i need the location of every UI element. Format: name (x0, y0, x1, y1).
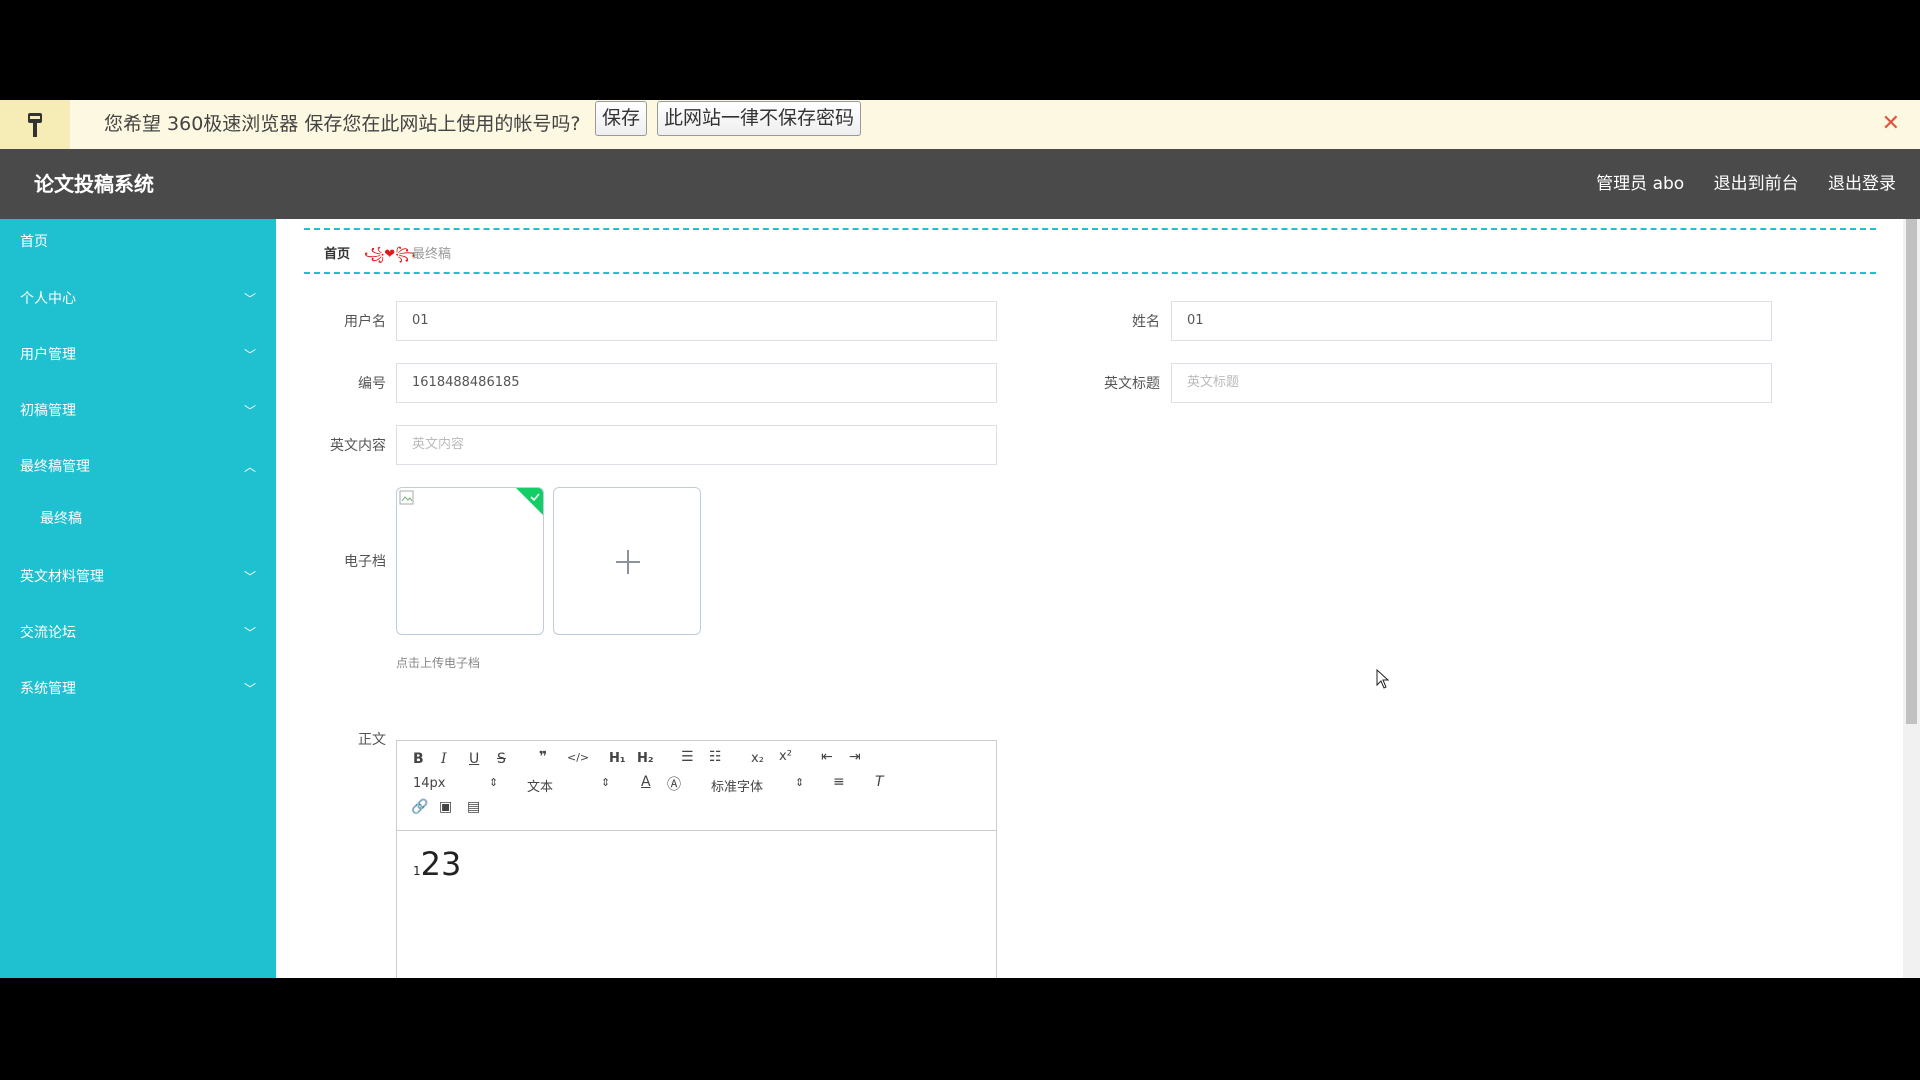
chevron-updown-icon: ⇕ (489, 776, 499, 789)
blockquote-icon[interactable]: ❞ (539, 749, 547, 765)
sidebar-item-label: 交流论坛 (20, 625, 76, 641)
breadcrumb-current: 最终稿 (412, 247, 452, 262)
outdent-icon[interactable]: ⇤ (821, 749, 833, 765)
rich-text-editor: B I U S ❞ </> H₁ H₂ ☰ ☷ x₂ x² ⇤ ⇥ 14px ⇕… (396, 740, 997, 978)
background-color-icon[interactable]: Ⓐ (667, 774, 681, 794)
bullet-list-icon[interactable]: ☷ (709, 749, 722, 765)
strike-icon[interactable]: S (497, 751, 506, 767)
key-icon (0, 100, 70, 149)
broken-image-icon (399, 490, 414, 505)
mouse-pointer-icon (1376, 668, 1390, 693)
name-input[interactable]: 01 (1171, 301, 1772, 341)
header1-icon[interactable]: H₁ (609, 751, 626, 766)
sidebar-item-label: 个人中心 (20, 291, 76, 307)
vertical-scrollbar[interactable] (1903, 219, 1920, 978)
block-type-select[interactable]: 文本 (527, 776, 553, 795)
scrollbar-thumb[interactable] (1906, 219, 1917, 724)
sidebar-item-english-material[interactable]: 英文材料管理 ﹀ (0, 557, 276, 597)
sidebar-item-personal-center[interactable]: 个人中心 ﹀ (0, 279, 276, 319)
body-label: 正文 (358, 732, 386, 748)
font-color-icon[interactable]: A (641, 774, 651, 790)
sidebar-item-draft-management[interactable]: 初稿管理 ﹀ (0, 391, 276, 431)
underline-icon[interactable]: U (469, 751, 479, 767)
sidebar-item-label: 首页 (20, 234, 48, 250)
editor-text-large: 23 (420, 845, 462, 883)
plus-icon (616, 550, 640, 574)
password-save-message: 您希望 360极速浏览器 保存您在此网站上使用的帐号吗? (104, 113, 581, 135)
code-block-icon[interactable]: </> (567, 751, 589, 764)
sidebar-item-forum[interactable]: 交流论坛 ﹀ (0, 613, 276, 653)
app-title: 论文投稿系统 (34, 172, 154, 196)
editor-text-small: 1 (413, 864, 421, 878)
efile-label: 电子档 (344, 554, 386, 570)
chevron-down-icon: ﹀ (243, 404, 256, 418)
uploaded-file-thumbnail[interactable] (396, 487, 544, 635)
breadcrumb: 首页 ꧁❤꧂ 最终稿 (304, 228, 1876, 274)
chevron-down-icon: ﹀ (243, 570, 256, 584)
sidebar-item-label: 最终稿管理 (20, 459, 90, 475)
english-content-input[interactable]: 英文内容 (396, 425, 997, 465)
sidebar-item-home[interactable]: 首页 (0, 222, 276, 262)
font-family-select[interactable]: 标准字体 (711, 776, 763, 795)
editor-content[interactable]: 123 (413, 845, 461, 883)
chevron-down-icon: ﹀ (243, 292, 256, 306)
sidebar-item-final-management[interactable]: 最终稿管理 ︿ (0, 447, 276, 487)
bold-icon[interactable]: B (413, 751, 424, 767)
number-input[interactable]: 1618488486185 (396, 363, 997, 403)
english-title-label: 英文标题 (1104, 376, 1160, 392)
editor-toolbar: B I U S ❞ </> H₁ H₂ ☰ ☷ x₂ x² ⇤ ⇥ 14px ⇕… (397, 741, 996, 831)
subscript-icon[interactable]: x₂ (751, 751, 764, 766)
username-input[interactable]: 01 (396, 301, 997, 341)
exit-to-front-link[interactable]: 退出到前台 (1714, 174, 1799, 194)
indent-icon[interactable]: ⇥ (849, 749, 861, 765)
breadcrumb-home[interactable]: 首页 (324, 243, 350, 262)
name-label: 姓名 (1132, 314, 1160, 330)
save-password-button[interactable]: 保存 (595, 101, 648, 136)
main-content: 首页 ꧁❤꧂ 最终稿 用户名 01 姓名 01 编号 1618488486185… (276, 219, 1920, 978)
chevron-updown-icon: ⇕ (795, 776, 805, 789)
chevron-updown-icon: ⇕ (601, 776, 611, 789)
video-icon[interactable]: ▤ (467, 799, 480, 815)
username-label: 用户名 (344, 314, 386, 330)
sidebar-item-label: 用户管理 (20, 347, 76, 363)
ordered-list-icon[interactable]: ☰ (681, 749, 694, 765)
align-icon[interactable]: ≡ (833, 774, 845, 790)
upload-hint: 点击上传电子档 (396, 656, 481, 670)
logout-link[interactable]: 退出登录 (1828, 174, 1896, 194)
never-save-password-button[interactable]: 此网站一律不保存密码 (657, 101, 862, 136)
sidebar-subitem-final[interactable]: 最终稿 (0, 499, 276, 539)
admin-user-label: 管理员 abo (1596, 174, 1685, 194)
english-title-input[interactable]: 英文标题 (1171, 363, 1772, 403)
sidebar-item-label: 系统管理 (20, 681, 76, 697)
number-label: 编号 (358, 376, 386, 392)
sidebar-item-system-management[interactable]: 系统管理 ﹀ (0, 669, 276, 709)
image-icon[interactable]: ▣ (439, 799, 452, 815)
chevron-down-icon: ﹀ (243, 348, 256, 362)
browser-viewport: 您希望 360极速浏览器 保存您在此网站上使用的帐号吗? 保存 此网站一律不保存… (0, 100, 1920, 978)
sidebar-item-label: 初稿管理 (20, 403, 76, 419)
chevron-down-icon: ﹀ (243, 682, 256, 696)
sidebar-item-user-management[interactable]: 用户管理 ﹀ (0, 335, 276, 375)
breadcrumb-separator: ꧁❤꧂ (364, 247, 416, 262)
sidebar-item-label: 英文材料管理 (20, 569, 104, 585)
clear-format-icon[interactable]: T (875, 774, 884, 790)
check-icon (530, 493, 540, 502)
english-content-label: 英文内容 (330, 438, 386, 454)
link-icon[interactable]: 🔗 (411, 799, 428, 815)
italic-icon[interactable]: I (441, 751, 447, 767)
top-header: 论文投稿系统 管理员 abo 退出到前台 退出登录 (0, 149, 1920, 219)
sidebar-item-label: 最终稿 (40, 511, 82, 527)
upload-add-button[interactable] (553, 487, 701, 635)
superscript-icon[interactable]: x² (779, 749, 792, 764)
font-size-select[interactable]: 14px (413, 776, 446, 791)
password-save-bar: 您希望 360极速浏览器 保存您在此网站上使用的帐号吗? 保存 此网站一律不保存… (0, 100, 1920, 150)
chevron-down-icon: ﹀ (243, 626, 256, 640)
chevron-up-icon: ︿ (243, 460, 256, 474)
header2-icon[interactable]: H₂ (637, 751, 654, 766)
sidebar: 首页 个人中心 ﹀ 用户管理 ﹀ 初稿管理 ﹀ 最终稿管理 ︿ 最终稿 英文材料… (0, 219, 276, 978)
close-icon[interactable]: ✕ (1882, 112, 1900, 136)
